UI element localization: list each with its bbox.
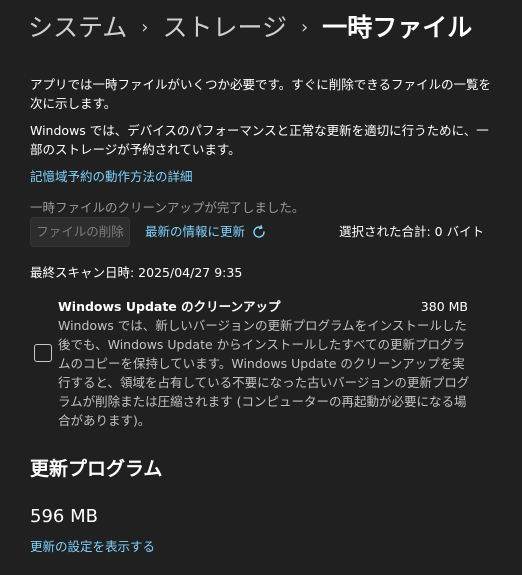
selected-total: 選択された合計: 0 バイト (339, 224, 485, 239)
delete-files-button[interactable]: ファイルの削除 (30, 217, 130, 247)
intro-text: アプリでは一時ファイルがいくつか必要です。すぐに削除できるファイルの一覧を次に示… (30, 77, 492, 111)
chevron-right-icon: › (300, 17, 309, 38)
temporary-files-page: システム › ストレージ › 一時ファイル アプリでは一時ファイルがいくつか必要… (0, 0, 522, 575)
updates-section-size: 596 MB (30, 506, 98, 527)
refresh-label: 最新の情報に更新 (145, 224, 246, 239)
page-title: 一時ファイル (322, 13, 473, 42)
item-description: Windows では、新しいバージョンの更新プログラムをインストールした後でも、… (58, 318, 470, 428)
windows-update-cleanup-checkbox[interactable] (34, 344, 52, 362)
breadcrumb-item-storage[interactable]: ストレージ (162, 10, 287, 46)
breadcrumb: システム › ストレージ › 一時ファイル (28, 10, 472, 46)
cleanup-status: 一時ファイルのクリーンアップが完了しました。 (30, 200, 305, 215)
breadcrumb-item-system[interactable]: システム (28, 10, 127, 46)
chevron-right-icon: › (141, 17, 149, 38)
item-title: Windows Update のクリーンアップ (58, 299, 281, 314)
item-size: 380 MB (420, 299, 468, 314)
refresh-button[interactable]: 最新の情報に更新 (145, 222, 267, 242)
refresh-icon (251, 224, 267, 240)
reserve-note: Windows では、デバイスのパフォーマンスと正常な更新を適切に行うために、一… (30, 123, 489, 157)
updates-section-heading: 更新プログラム (30, 458, 163, 480)
reserve-learn-more-link[interactable]: 記憶域予約の動作方法の詳細 (30, 167, 193, 186)
last-scan-time: 最終スキャン日時: 2025/04/27 9:35 (30, 265, 243, 280)
update-settings-link[interactable]: 更新の設定を表示する (30, 537, 155, 556)
